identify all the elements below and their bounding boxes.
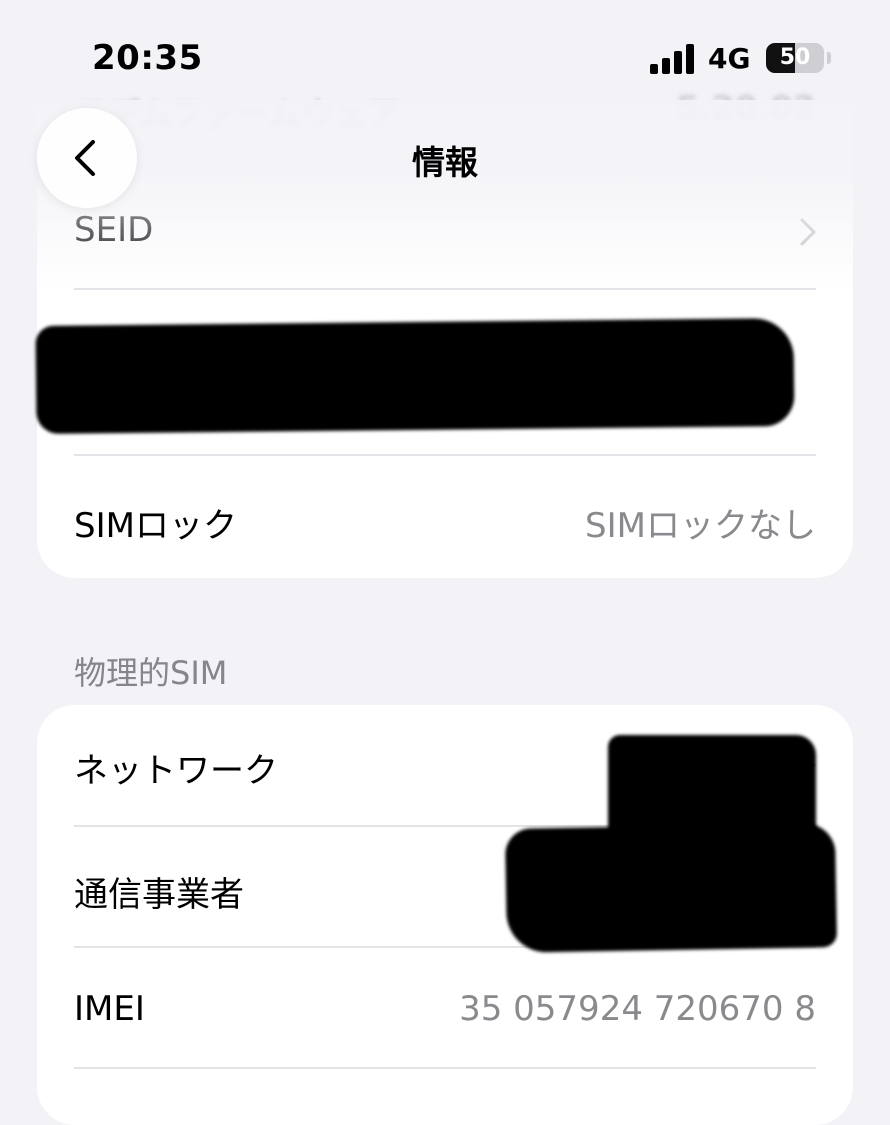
imei-row: IMEI 35 057924 720670 8 — [74, 989, 816, 1039]
sim-lock-row: SIMロック SIMロックなし — [74, 498, 816, 548]
chevron-right-icon — [800, 218, 816, 246]
divider — [74, 1067, 816, 1069]
seid-label: SEID — [74, 210, 154, 250]
seid-row[interactable]: SEID — [74, 210, 816, 260]
redaction-mark — [35, 318, 795, 434]
redaction-mark — [504, 823, 838, 953]
carrier-label: 通信事業者 — [74, 875, 244, 915]
imei-value: 35 057924 720670 8 — [459, 989, 816, 1029]
chevron-left-icon — [75, 140, 95, 176]
page-title: 情報 — [412, 143, 478, 182]
battery-percentage: 50 — [779, 45, 811, 70]
battery-cap — [827, 52, 831, 64]
modem-firmware-value: 5.20.02 — [676, 88, 816, 127]
divider — [74, 454, 816, 456]
cellular-signal-icon — [650, 44, 694, 74]
section-header-physical-sim: 物理的SIM — [74, 654, 228, 692]
network-type: 4G — [708, 42, 751, 75]
network-label: ネットワーク — [74, 751, 278, 791]
sim-lock-value: SIMロックなし — [585, 506, 816, 546]
sim-lock-label: SIMロック — [74, 506, 237, 546]
imei-label: IMEI — [74, 989, 145, 1029]
battery-icon: 50 — [766, 43, 824, 73]
status-time: 20:35 — [92, 38, 203, 78]
back-button[interactable] — [37, 108, 137, 208]
background-modem-firmware-row: モデムファームウェア 5.20.02 — [74, 88, 816, 134]
